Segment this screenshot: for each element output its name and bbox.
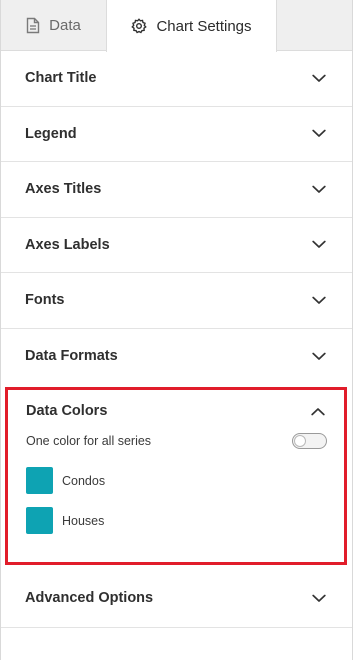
tab-bar-filler	[277, 0, 352, 50]
section-label: Chart Title	[25, 70, 97, 87]
toggle-knob	[294, 435, 306, 447]
chevron-down-icon	[312, 240, 326, 249]
section-legend[interactable]: Legend	[1, 107, 352, 162]
chevron-down-icon	[312, 129, 326, 138]
tab-chart-settings[interactable]: Chart Settings	[106, 0, 277, 52]
section-axes-titles[interactable]: Axes Titles	[1, 162, 352, 218]
chevron-down-icon	[312, 185, 326, 193]
gear-icon	[131, 18, 148, 34]
section-data-colors-header[interactable]: Data Colors	[26, 390, 344, 432]
one-color-label: One color for all series	[26, 434, 152, 448]
section-label: Axes Labels	[25, 236, 110, 253]
one-color-toggle[interactable]	[292, 433, 327, 449]
tab-data[interactable]: Data	[1, 0, 106, 50]
section-label: Data Formats	[25, 348, 118, 365]
series-row-houses: Houses	[26, 507, 344, 534]
chevron-up-icon	[311, 407, 325, 415]
section-axes-labels[interactable]: Axes Labels	[1, 218, 352, 273]
section-data-formats[interactable]: Data Formats	[1, 329, 352, 385]
section-label: Fonts	[25, 292, 65, 309]
document-icon	[26, 17, 40, 34]
tab-bar: Data Chart Settings	[1, 0, 352, 52]
one-color-toggle-row: One color for all series	[26, 433, 344, 449]
chevron-down-icon	[312, 594, 326, 602]
chevron-down-icon	[312, 296, 326, 304]
series-name: Condos	[62, 473, 106, 488]
series-row-condos: Condos	[26, 467, 344, 494]
chevron-down-icon	[312, 74, 326, 82]
section-fonts[interactable]: Fonts	[1, 273, 352, 329]
chart-settings-panel: Data Chart Settings Chart Title Legend A…	[0, 0, 353, 660]
color-swatch-condos[interactable]	[26, 467, 53, 494]
section-label: Axes Titles	[25, 181, 102, 198]
color-swatch-houses[interactable]	[26, 507, 53, 534]
tab-chart-settings-label: Chart Settings	[156, 17, 252, 35]
section-label: Advanced Options	[25, 590, 154, 606]
section-chart-title[interactable]: Chart Title	[1, 51, 352, 107]
tab-data-label: Data	[49, 16, 81, 34]
section-label: Legend	[25, 125, 77, 142]
section-advanced-options[interactable]: Advanced Options	[1, 565, 352, 628]
section-data-colors: Data Colors One color for all series Con…	[5, 387, 347, 565]
section-label: Data Colors	[26, 403, 108, 419]
chevron-down-icon	[312, 352, 326, 360]
series-name: Houses	[62, 513, 105, 528]
